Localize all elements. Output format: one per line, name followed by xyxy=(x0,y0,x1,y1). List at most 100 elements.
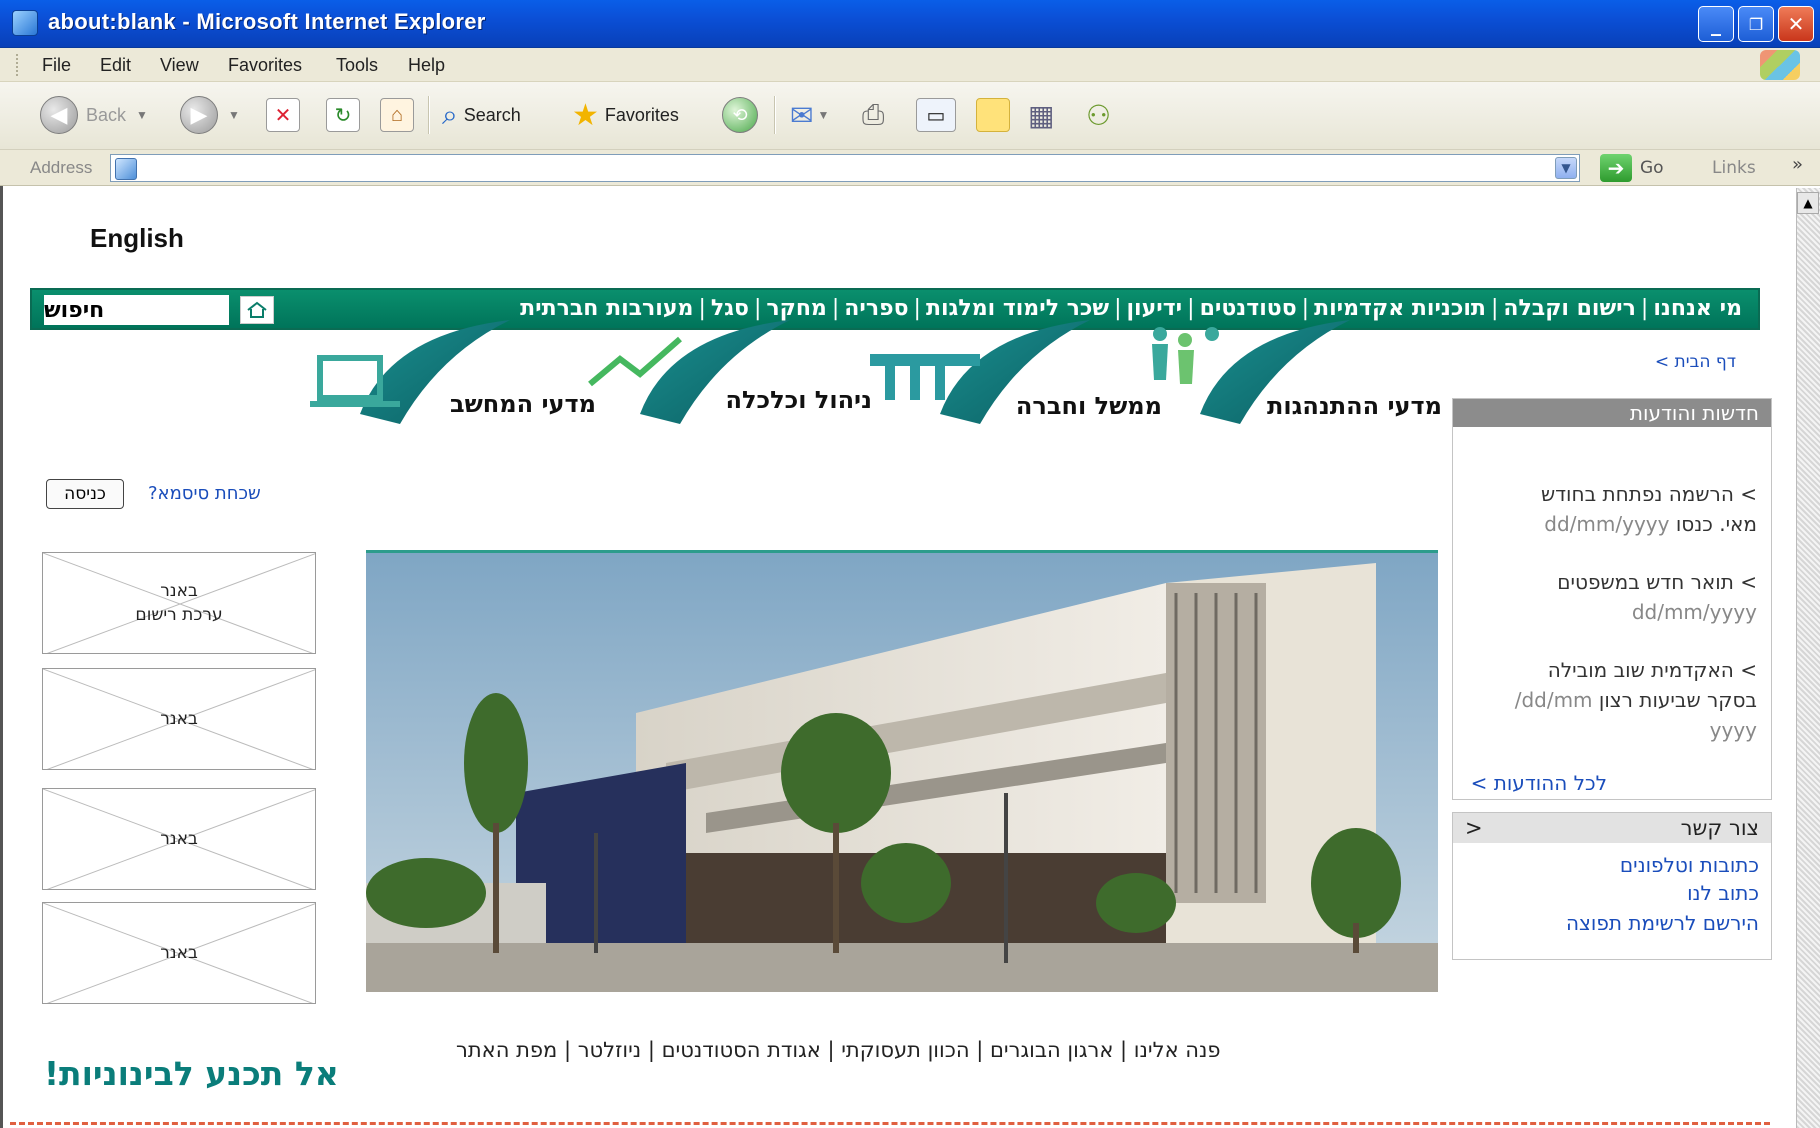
contact-expand-icon[interactable]: < xyxy=(1465,813,1483,843)
news-item-text: מאי. כנסו xyxy=(1675,512,1757,536)
home-button[interactable]: ⌂ xyxy=(380,92,414,138)
close-button[interactable]: ✕ xyxy=(1778,6,1814,42)
mailing-list-link[interactable]: הירשם לרשימת תפוצה xyxy=(1566,911,1759,935)
contact-addresses-link[interactable]: כתובות וטלפונים xyxy=(1620,853,1759,877)
category-behavioral-sciences[interactable]: מדעי ההתנהגות xyxy=(1267,392,1442,420)
forward-button[interactable]: ▶ ▼ xyxy=(180,92,240,138)
news-item-text: > תואר חדש במשפטים xyxy=(1557,570,1757,594)
research-icon: ▦ xyxy=(1028,99,1055,131)
banner-registration-kit[interactable]: באנר ערכת רישום xyxy=(42,552,316,654)
footer-links[interactable]: פנה אלינו | ארגון הבוגרים | הכוון תעסוקת… xyxy=(456,1038,1221,1062)
window-title-bar[interactable]: about:blank - Microsoft Internet Explore… xyxy=(0,0,1820,48)
banner-4[interactable]: באנר xyxy=(42,902,316,1004)
messenger-button[interactable]: ⚇ xyxy=(1086,92,1111,138)
faculty-categories: מדעי ההתנהגות ממשל וחברה ניהול וכלכלה מד… xyxy=(300,314,1442,454)
nav-item-about[interactable]: מי אנחנו xyxy=(1653,296,1742,321)
windows-logo-icon xyxy=(1760,50,1800,80)
contact-panel: צור קשר < כתובות וטלפונים כתוב לנו הירשם… xyxy=(1452,812,1772,960)
page-icon xyxy=(115,158,137,180)
links-button[interactable]: Links xyxy=(1712,158,1756,178)
refresh-icon: ↻ xyxy=(326,98,360,132)
toolbar-separator xyxy=(428,96,430,134)
page-divider xyxy=(10,1122,1770,1125)
research-button[interactable]: ▦ xyxy=(1028,92,1054,138)
contact-header[interactable]: צור קשר < xyxy=(1453,813,1771,843)
news-item-text: > האקדמית שוב מובילה xyxy=(1547,658,1757,682)
news-item[interactable]: > הרשמה נפתחת בחודש מאי. כנסו dd/mm/yyyy xyxy=(1541,479,1757,539)
dropdown-arrow-icon: ▼ xyxy=(136,108,148,122)
menu-bar: File Edit View Favorites Tools Help xyxy=(0,48,1820,82)
contact-write-us-link[interactable]: כתוב לנו xyxy=(1687,881,1759,905)
stop-button[interactable]: ✕ xyxy=(266,92,300,138)
print-button[interactable]: ⎙ xyxy=(862,92,884,138)
go-button[interactable]: Go xyxy=(1640,158,1664,178)
banner-label: באנר xyxy=(160,829,198,849)
banner-label: באנר xyxy=(160,943,198,963)
slogan: אל תכנע לבינוניות! xyxy=(44,1054,339,1093)
menu-tools[interactable]: Tools xyxy=(336,55,378,76)
stop-icon: ✕ xyxy=(266,98,300,132)
minimize-button[interactable]: _ xyxy=(1698,6,1734,42)
news-item-date: yyyy xyxy=(1709,718,1757,742)
search-icon: ⌕ xyxy=(442,98,458,130)
home-icon[interactable] xyxy=(240,296,274,324)
contact-title: צור קשר xyxy=(1680,816,1759,840)
forgot-password-link[interactable]: שכחת סיסמא? xyxy=(148,483,261,504)
window-border xyxy=(0,186,3,1128)
english-link[interactable]: English xyxy=(90,223,184,254)
note-icon xyxy=(976,98,1010,132)
discuss-button[interactable] xyxy=(976,92,1010,138)
nav-item-registration[interactable]: רישום וקבלה xyxy=(1503,296,1636,321)
menu-favorites[interactable]: Favorites xyxy=(228,55,302,76)
news-item[interactable]: > האקדמית שוב מובילה בסקר שביעות רצון dd… xyxy=(1515,655,1757,745)
print-icon: ⎙ xyxy=(862,98,885,130)
vertical-scrollbar[interactable]: ▲ xyxy=(1796,188,1820,1128)
news-item-date: dd/mm/yyyy xyxy=(1631,600,1757,624)
go-arrow-icon[interactable]: ➔ xyxy=(1600,154,1632,182)
news-panel: חדשות והודעות > הרשמה נפתחת בחודש מאי. כ… xyxy=(1452,398,1772,800)
toolbar-separator xyxy=(774,96,776,134)
news-item-date: dd/mm/yyyy xyxy=(1544,512,1670,536)
site-search-label: חיפוש xyxy=(44,297,105,323)
menu-view[interactable]: View xyxy=(160,55,199,76)
back-arrow-icon: ◀ xyxy=(40,96,78,134)
news-item[interactable]: > תואר חדש במשפטים dd/mm/yyyy xyxy=(1557,567,1757,627)
site-search-input[interactable]: חיפוש xyxy=(44,295,229,325)
breadcrumb[interactable]: דף הבית > xyxy=(1655,352,1736,372)
address-label: Address xyxy=(30,158,93,177)
search-label: Search xyxy=(463,104,521,125)
address-input[interactable]: ▼ xyxy=(110,154,1580,182)
scroll-up-arrow-icon[interactable]: ▲ xyxy=(1797,192,1819,214)
refresh-button[interactable]: ↻ xyxy=(326,92,360,138)
category-government-society[interactable]: ממשל וחברה xyxy=(1016,392,1162,420)
banner-label: באנר xyxy=(160,581,198,601)
menu-help[interactable]: Help xyxy=(408,55,445,76)
back-button[interactable]: ◀ Back ▼ xyxy=(40,92,148,138)
all-news-link[interactable]: לכל ההודעות > xyxy=(1471,771,1607,795)
news-title: חדשות והודעות xyxy=(1453,399,1771,427)
standard-toolbar: ◀ Back ▼ ▶ ▼ ✕ ↻ ⌂ ⌕ Search ★ Favorites … xyxy=(0,82,1820,150)
mail-button[interactable]: ✉ ▼ xyxy=(790,92,829,138)
ie-icon xyxy=(12,10,38,36)
dropdown-arrow-icon: ▼ xyxy=(817,108,830,122)
history-button[interactable]: ⟲ xyxy=(722,92,758,138)
maximize-button[interactable]: ❐ xyxy=(1738,6,1774,42)
dropdown-arrow-icon: ▼ xyxy=(228,108,240,122)
banner-label: באנר xyxy=(160,709,198,729)
banner-3[interactable]: באנר xyxy=(42,788,316,890)
banner-sublabel: ערכת רישום xyxy=(135,605,223,625)
menu-edit[interactable]: Edit xyxy=(100,55,131,76)
banner-2[interactable]: באנר xyxy=(42,668,316,770)
news-item-date: dd/mm/ xyxy=(1514,688,1593,712)
menu-file[interactable]: File xyxy=(42,55,71,76)
address-dropdown-icon[interactable]: ▼ xyxy=(1555,157,1577,179)
login-button[interactable]: כניסה xyxy=(46,479,124,509)
category-computer-science[interactable]: מדעי המחשב xyxy=(450,390,596,418)
category-management-economics[interactable]: ניהול וכלכלה xyxy=(726,386,873,414)
news-item-text: > הרשמה נפתחת בחודש xyxy=(1540,482,1757,506)
history-icon: ⟲ xyxy=(722,97,758,133)
edit-button[interactable]: ▭ xyxy=(916,92,956,138)
search-button[interactable]: ⌕ Search xyxy=(442,92,521,138)
favorites-button[interactable]: ★ Favorites xyxy=(572,92,679,138)
links-chevron-icon[interactable]: » xyxy=(1792,154,1803,175)
